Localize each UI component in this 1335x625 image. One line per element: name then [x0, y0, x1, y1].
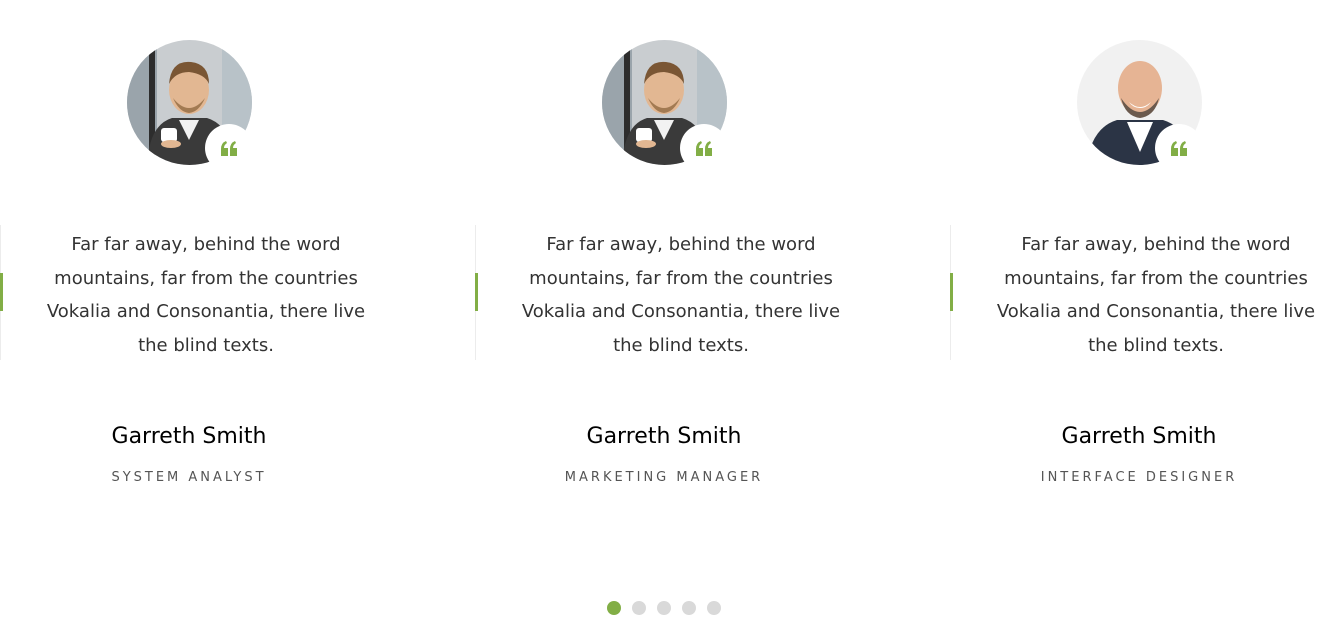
pagination-dot[interactable]	[632, 601, 646, 615]
quote-badge	[1155, 124, 1203, 172]
testimonial-text: Far far away, behind the word mountains,…	[46, 234, 366, 356]
testimonial-role: SYSTEM ANALYST	[111, 470, 267, 485]
testimonial-text: Far far away, behind the word mountains,…	[521, 234, 841, 356]
testimonial-card: Far far away, behind the word mountains,…	[0, 0, 380, 520]
avatar-wrap	[1077, 40, 1203, 172]
testimonial-role: MARKETING MANAGER	[564, 470, 764, 485]
quote-box: Far far away, behind the word mountains,…	[0, 225, 380, 360]
pagination-dot[interactable]	[707, 601, 721, 615]
pagination-dot[interactable]	[657, 601, 671, 615]
avatar-wrap	[602, 40, 728, 172]
quote-badge	[205, 124, 253, 172]
quote-badge	[680, 124, 728, 172]
quote-accent-bar	[475, 273, 478, 311]
quote-accent-bar	[950, 273, 953, 311]
pagination-dot-active[interactable]	[607, 601, 621, 615]
carousel-pagination	[607, 601, 721, 615]
pagination-dot[interactable]	[682, 601, 696, 615]
testimonial-name: Garreth Smith	[111, 424, 267, 449]
testimonial-name: Garreth Smith	[1061, 424, 1217, 449]
testimonial-name: Garreth Smith	[586, 424, 742, 449]
testimonial-role: INTERFACE DESIGNER	[1040, 470, 1238, 485]
testimonial-card: Far far away, behind the word mountains,…	[950, 0, 1330, 520]
testimonial-carousel: Far far away, behind the word mountains,…	[0, 0, 1335, 625]
testimonial-card: Far far away, behind the word mountains,…	[475, 0, 855, 520]
quote-icon	[221, 141, 237, 156]
quote-accent-bar	[0, 273, 3, 311]
quote-box: Far far away, behind the word mountains,…	[475, 225, 855, 360]
avatar-wrap	[127, 40, 253, 172]
quote-box: Far far away, behind the word mountains,…	[950, 225, 1330, 360]
testimonial-text: Far far away, behind the word mountains,…	[996, 234, 1316, 356]
quote-icon	[1171, 141, 1187, 156]
quote-icon	[696, 141, 712, 156]
